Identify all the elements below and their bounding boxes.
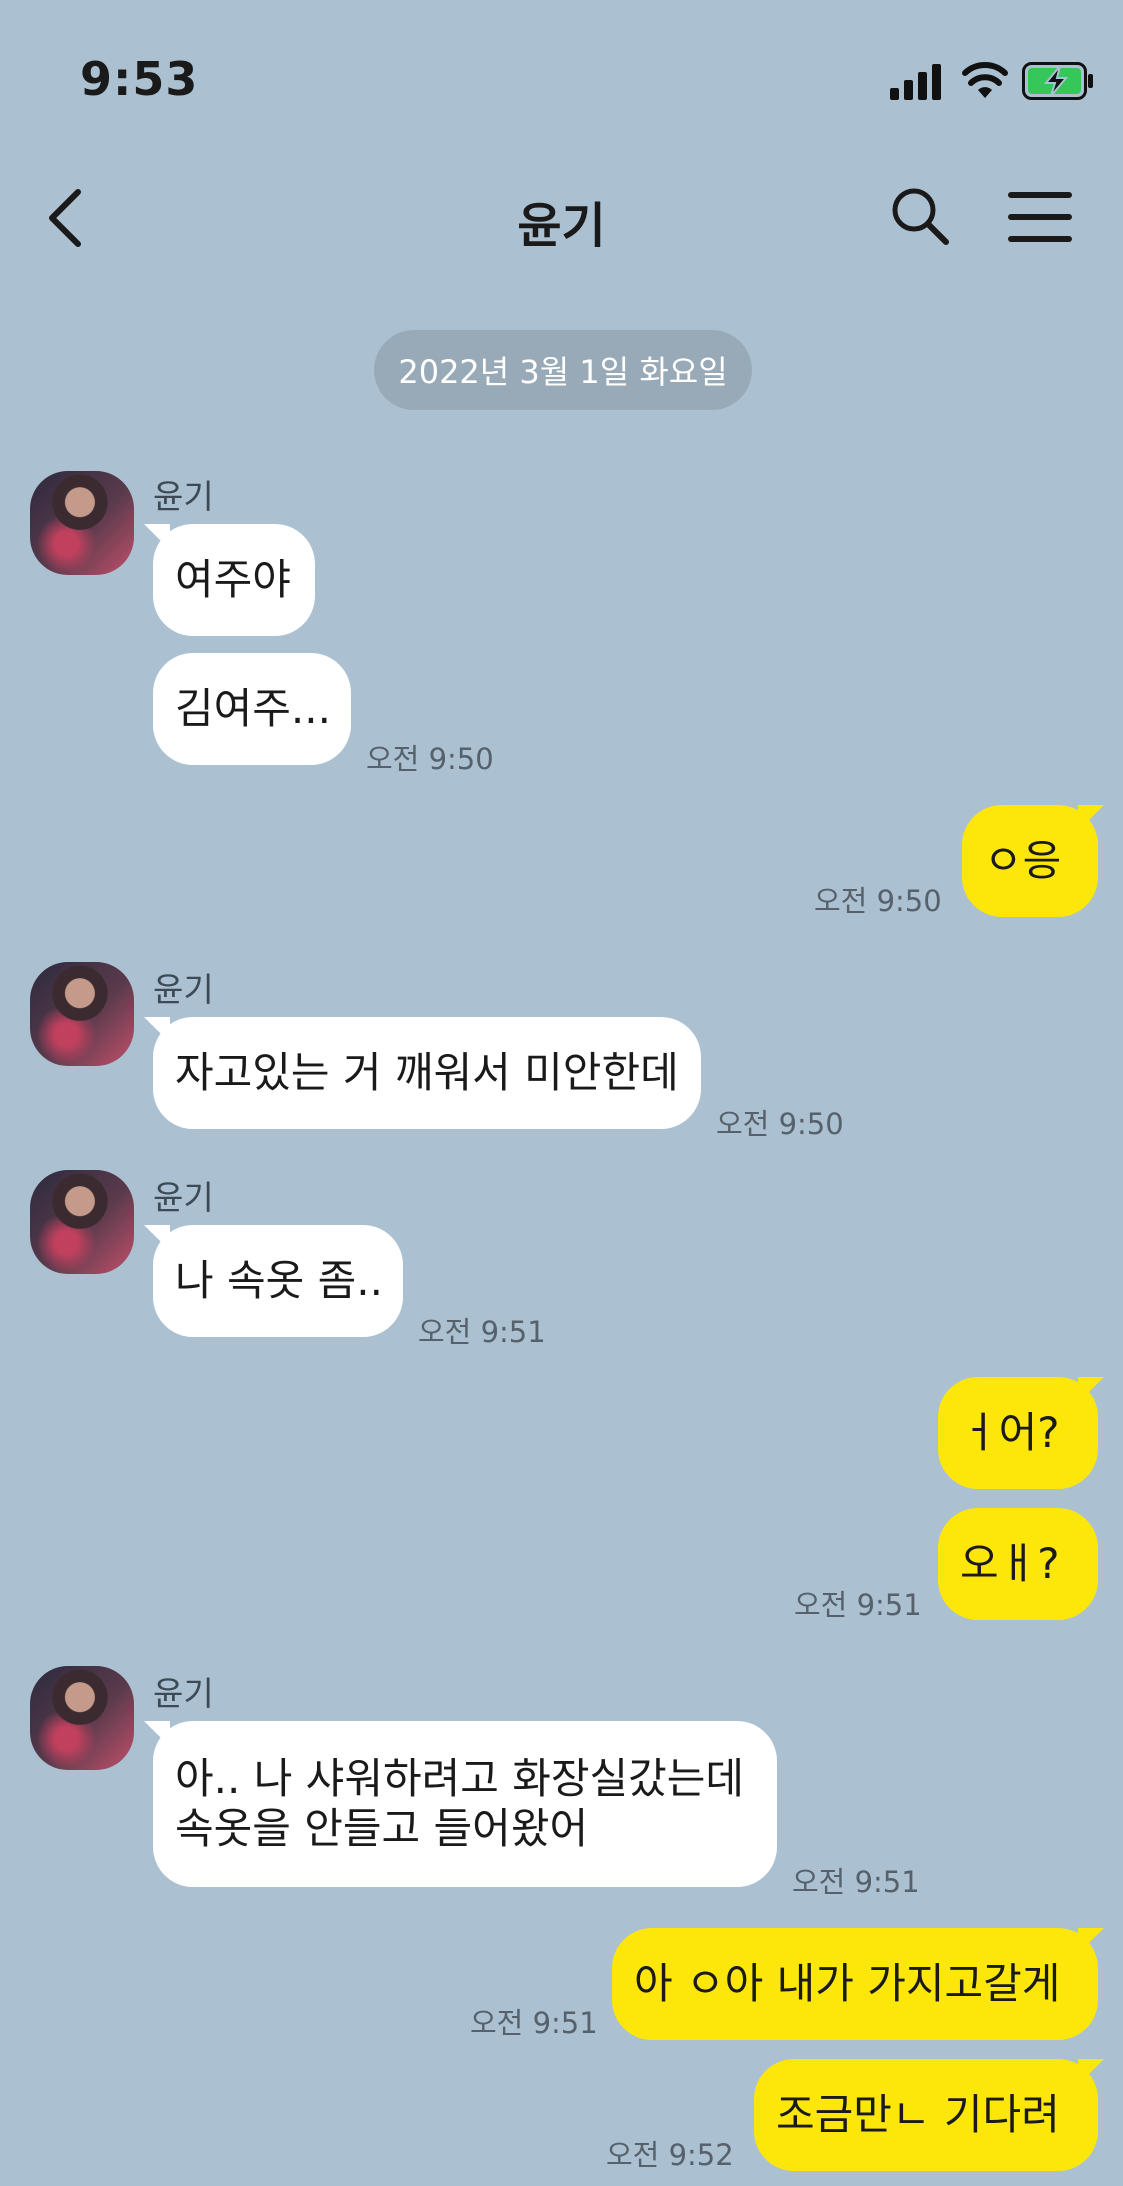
- bubble-tail: [1078, 805, 1104, 831]
- bubble-tail: [1078, 1377, 1104, 1403]
- message-bubble-incoming[interactable]: 자고있는 거 깨워서 미안한데: [153, 1017, 701, 1129]
- sender-name: 윤기: [153, 1178, 214, 1217]
- menu-icon[interactable]: [1008, 190, 1072, 244]
- message-time: 오전 9:51: [470, 2006, 598, 2040]
- message-bubble-incoming[interactable]: 아.. 나 샤워하려고 화장실갔는데 속옷을 안들고 들어왔어: [153, 1721, 777, 1887]
- message-time: 오전 9:52: [606, 2138, 734, 2172]
- bubble-tail: [1078, 2059, 1104, 2085]
- message-time: 오전 9:50: [716, 1107, 844, 1141]
- search-icon[interactable]: [890, 186, 950, 246]
- message-bubble-incoming[interactable]: 나 속옷 좀..: [153, 1225, 403, 1337]
- sender-name: 윤기: [153, 970, 214, 1009]
- battery-charging-icon: [1022, 62, 1093, 100]
- status-time: 9:53: [80, 52, 199, 106]
- avatar[interactable]: [30, 1666, 134, 1770]
- message-time: 오전 9:50: [366, 742, 494, 776]
- date-divider: 2022년 3월 1일 화요일: [374, 330, 752, 410]
- message-bubble-incoming[interactable]: 김여주...: [153, 653, 351, 765]
- message-time: 오전 9:50: [814, 884, 942, 918]
- avatar[interactable]: [30, 962, 134, 1066]
- sender-name: 윤기: [153, 477, 214, 516]
- message-bubble-incoming[interactable]: 여주야: [153, 524, 315, 636]
- chat-title: 윤기: [517, 198, 606, 254]
- avatar[interactable]: [30, 1170, 134, 1274]
- message-bubble-outgoing[interactable]: 아 ㅇ아 내가 가지고갈게: [612, 1928, 1098, 2040]
- avatar[interactable]: [30, 471, 134, 575]
- message-bubble-outgoing[interactable]: 조금만ㄴ 기다려: [754, 2059, 1098, 2171]
- message-time: 오전 9:51: [792, 1865, 920, 1899]
- bubble-tail: [1078, 1928, 1104, 1954]
- message-time: 오전 9:51: [418, 1315, 546, 1349]
- wifi-icon: [962, 62, 1008, 98]
- message-bubble-outgoing[interactable]: ㅓ어?: [938, 1377, 1098, 1489]
- cellular-signal-icon: [890, 64, 941, 100]
- message-bubble-outgoing[interactable]: 오ㅐ?: [938, 1508, 1098, 1620]
- sender-name: 윤기: [153, 1674, 214, 1713]
- message-time: 오전 9:51: [794, 1588, 922, 1622]
